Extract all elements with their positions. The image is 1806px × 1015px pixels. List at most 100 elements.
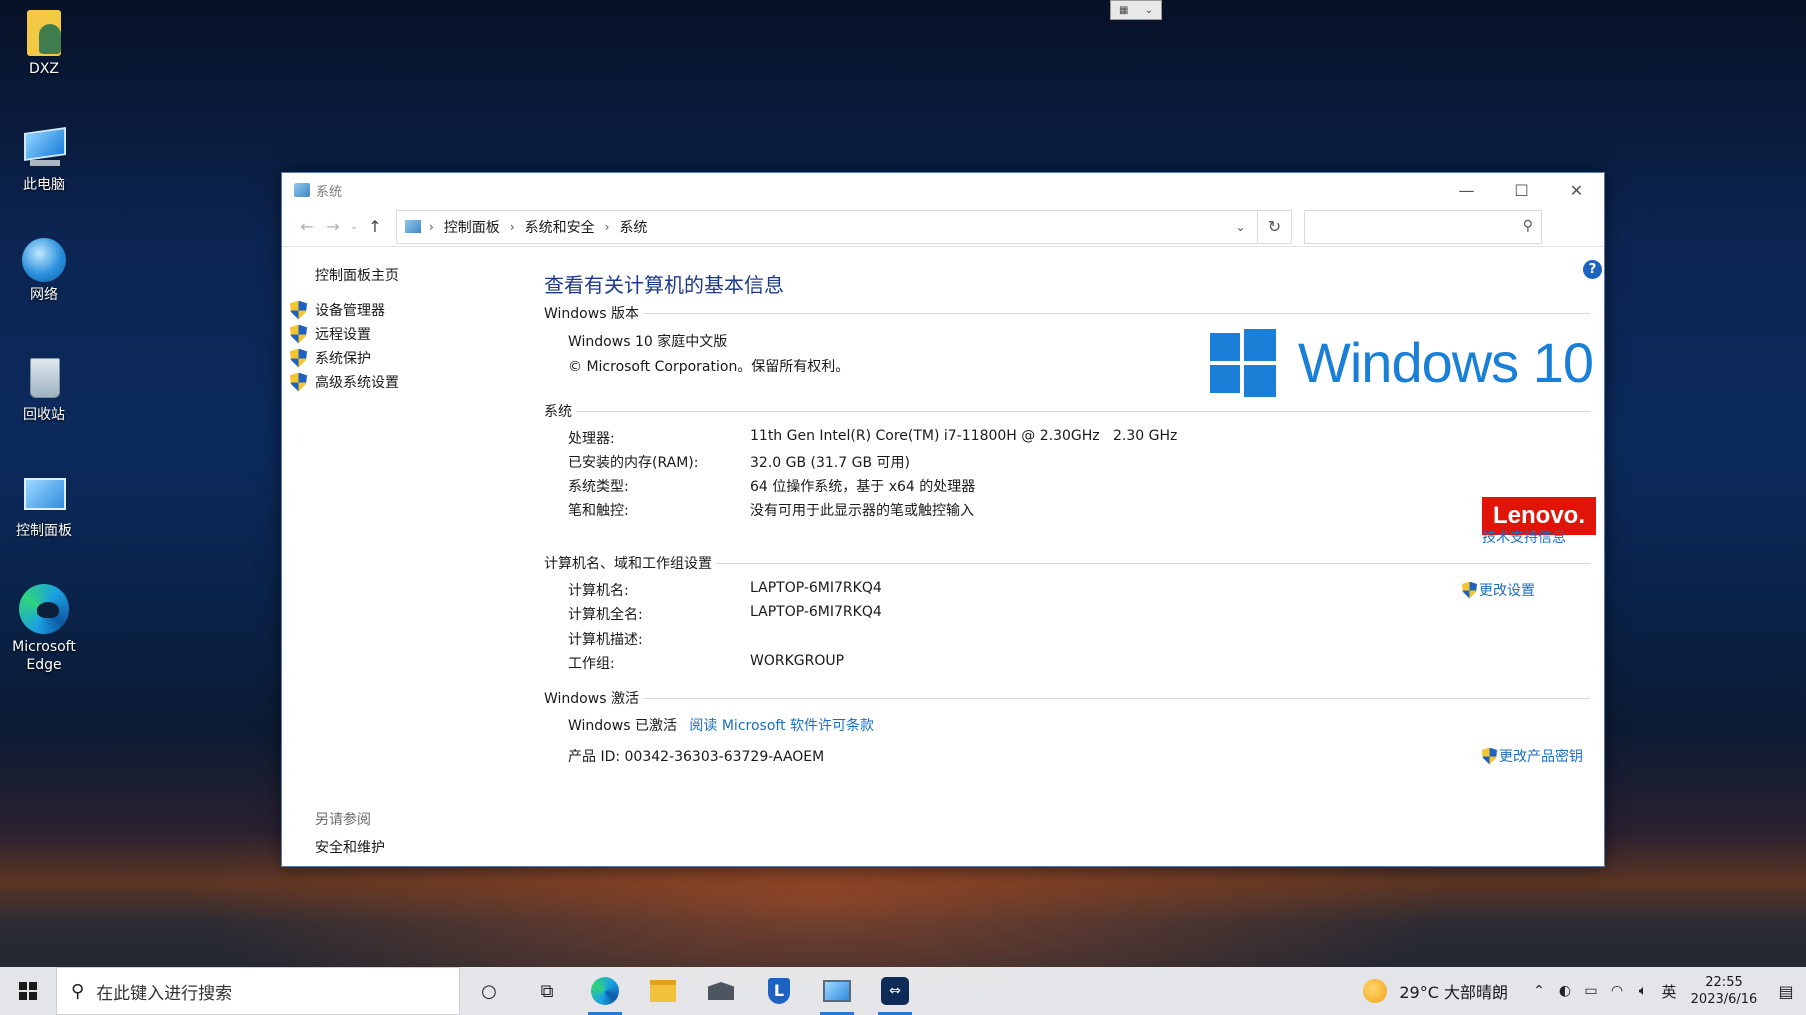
taskbar-control-panel[interactable] <box>808 967 866 1015</box>
start-button[interactable] <box>0 967 56 1015</box>
cortana-button[interactable]: ○ <box>460 967 518 1015</box>
weather-widget[interactable]: 29°C 大部晴朗 <box>1363 979 1508 1003</box>
row-value: 32.0 GB (31.7 GB 可用) <box>750 455 910 471</box>
teamviewer-icon: ⇔ <box>881 977 909 1005</box>
see-also-heading: 另请参阅 <box>315 812 371 828</box>
support-info-link[interactable]: 技术支持信息 <box>1482 527 1566 547</box>
task-view-button[interactable]: ⧉ <box>518 967 576 1015</box>
desktop-icon-control-panel[interactable]: 控制面板 <box>4 470 84 540</box>
window-controls: — ☐ ✕ <box>1439 173 1604 207</box>
clock[interactable]: 22:55 2023/6/16 <box>1682 974 1766 1008</box>
link-label: 系统保护 <box>315 351 371 367</box>
app-tray-icon[interactable]: ◐ <box>1552 983 1578 999</box>
shield-icon <box>290 324 307 344</box>
desktop-icon-edge[interactable]: Microsoft Edge <box>4 584 84 674</box>
notification-icon[interactable]: ▤ <box>1766 982 1806 1001</box>
taskbar-teamviewer[interactable]: ⇔ <box>866 967 924 1015</box>
shield-icon <box>290 348 307 368</box>
row-value: 11th Gen Intel(R) Core(TM) i7-11800H @ 2… <box>750 428 1178 444</box>
main-content: 查看有关计算机的基本信息 Windows 版本 Windows 10 家庭中文版… <box>544 249 1604 866</box>
desktop-icon-network[interactable]: 网络 <box>4 238 84 304</box>
user-folder-icon <box>27 10 61 56</box>
row-label: 工作组: <box>568 656 615 672</box>
folder-icon <box>650 980 676 1002</box>
taskbar-lenovo-vantage[interactable]: L <box>750 967 808 1015</box>
product-id: 产品 ID: 00342-36303-63729-AAOEM <box>568 749 825 765</box>
license-terms-link[interactable]: 阅读 Microsoft 软件许可条款 <box>689 718 874 734</box>
back-button[interactable]: ← <box>294 217 320 236</box>
device-manager-link[interactable]: 设备管理器 <box>290 300 385 320</box>
computer-icon <box>20 124 68 172</box>
taskbar-edge[interactable] <box>576 967 634 1015</box>
search-input[interactable] <box>1305 210 1505 243</box>
control-panel-home-link[interactable]: 控制面板主页 <box>315 265 399 285</box>
taskbar-file-explorer[interactable] <box>634 967 692 1015</box>
search-box[interactable]: ⚲ <box>1304 209 1542 244</box>
desktop-icon-recycle-bin[interactable]: 回收站 <box>4 354 84 424</box>
wifi-icon[interactable]: ◠ <box>1604 983 1630 999</box>
remote-settings-link[interactable]: 远程设置 <box>290 324 371 344</box>
shield-icon <box>1462 581 1477 599</box>
row-label: 计算机名: <box>568 583 629 599</box>
advanced-settings-link[interactable]: 高级系统设置 <box>290 372 399 392</box>
change-product-key-link[interactable]: 更改产品密钥 <box>1482 746 1583 766</box>
change-settings-link[interactable]: 更改设置 <box>1462 580 1535 600</box>
row-label: 处理器: <box>568 431 615 447</box>
address-dropdown-icon[interactable]: ⌄ <box>1223 210 1257 243</box>
taskbar-search-placeholder: 在此键入进行搜索 <box>96 983 233 1004</box>
windows-edition-heading: Windows 版本 <box>544 303 1590 323</box>
change-product-key-label[interactable]: 更改产品密钥 <box>1499 746 1583 766</box>
task-view-icon: ⧉ <box>540 980 554 1002</box>
shield-icon <box>290 372 307 392</box>
windows-icon <box>19 982 37 1000</box>
ime-indicator[interactable]: 英 <box>1656 981 1682 1002</box>
windows-flag-icon <box>1210 329 1276 397</box>
taskbar-search[interactable]: ⚲ 在此键入进行搜索 <box>56 967 460 1015</box>
lenovo-vantage-icon: L <box>768 978 790 1004</box>
search-icon[interactable]: ⚲ <box>1523 218 1533 234</box>
maximize-button[interactable]: ☐ <box>1494 173 1549 207</box>
refresh-icon[interactable]: ↻ <box>1257 210 1291 243</box>
remote-toolbar[interactable]: ▦ ⌄ <box>1110 0 1162 20</box>
volume-icon[interactable]: 🔈︎ <box>1630 983 1656 999</box>
system-window-icon <box>294 183 310 197</box>
address-bar[interactable]: › 控制面板 › 系统和安全 › 系统 ⌄ ↻ <box>396 209 1292 244</box>
security-maintenance-link[interactable]: 安全和维护 <box>315 837 385 857</box>
minimize-button[interactable]: — <box>1439 173 1494 207</box>
weather-icon <box>1363 979 1388 1003</box>
chevron-right-icon[interactable]: › <box>429 220 434 234</box>
change-settings-label[interactable]: 更改设置 <box>1479 580 1535 600</box>
system-protection-link[interactable]: 系统保护 <box>290 348 371 368</box>
row-value: LAPTOP-6MI7RKQ4 <box>750 580 882 596</box>
windows-logo: Windows 10 <box>1210 329 1594 397</box>
close-button[interactable]: ✕ <box>1549 173 1604 207</box>
chevron-right-icon[interactable]: › <box>605 220 610 234</box>
grid-icon[interactable]: ▦ <box>1119 5 1128 16</box>
battery-icon[interactable]: ▭ <box>1578 983 1604 999</box>
link-label: 远程设置 <box>315 327 371 343</box>
desktop-icon-this-pc[interactable]: 此电脑 <box>4 124 84 194</box>
taskbar: ⚲ 在此键入进行搜索 ○ ⧉ L ⇔ 29°C 大部晴朗 ⌃ ◐ ▭ ◠ 🔈︎ … <box>0 967 1806 1015</box>
chevron-right-icon[interactable]: › <box>510 220 515 234</box>
chevron-up-icon[interactable]: ⌃ <box>1526 983 1552 999</box>
title-bar[interactable]: 系统 <box>282 173 1604 207</box>
control-panel-icon <box>823 980 851 1002</box>
activation-row: Windows 已激活 阅读 Microsoft 软件许可条款 <box>568 715 874 735</box>
desktop-icon-label: 控制面板 <box>16 523 72 539</box>
desktop-icon-label: 回收站 <box>23 407 65 423</box>
breadcrumb-control-panel[interactable]: 控制面板 <box>444 217 500 237</box>
recent-locations-icon[interactable]: ⌄ <box>346 221 362 232</box>
taskbar-mail[interactable] <box>692 967 750 1015</box>
windows-edition-value: Windows 10 家庭中文版 <box>568 334 728 350</box>
chevron-down-icon[interactable]: ⌄ <box>1145 5 1153 16</box>
breadcrumb-system-security[interactable]: 系统和安全 <box>525 217 595 237</box>
up-button[interactable]: ↑ <box>362 217 388 236</box>
forward-button[interactable]: → <box>320 217 346 236</box>
desktop-icon-dxz[interactable]: DXZ <box>4 10 84 78</box>
navigation-bar: ← → ⌄ ↑ › 控制面板 › 系统和安全 › 系统 ⌄ ↻ ⚲ <box>282 207 1604 247</box>
link-label: 设备管理器 <box>315 303 385 319</box>
row-value: WORKGROUP <box>750 653 845 669</box>
breadcrumb-system[interactable]: 系统 <box>619 217 647 237</box>
recycle-bin-icon <box>20 354 68 402</box>
shield-icon <box>1482 747 1497 765</box>
